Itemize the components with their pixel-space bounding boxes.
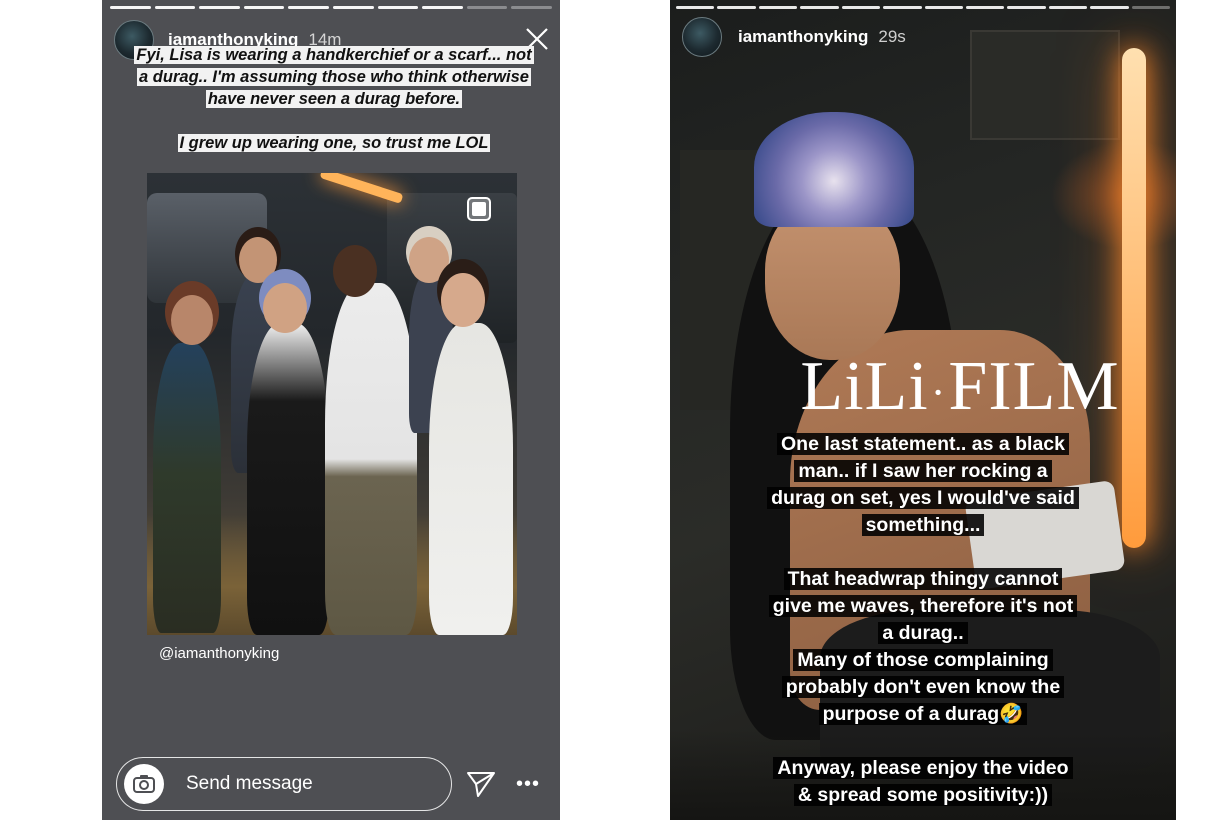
screenshot-canvas: iamanthonyking 14m Fyi, Lisa is wearing … bbox=[0, 0, 1230, 820]
figure-bandana bbox=[754, 112, 914, 227]
camera-icon bbox=[133, 775, 155, 793]
story-username[interactable]: iamanthonyking bbox=[738, 27, 868, 47]
caption-line: man.. if I saw her rocking a bbox=[794, 460, 1052, 482]
send-icon[interactable] bbox=[466, 770, 496, 798]
film-title-dot: · bbox=[930, 367, 947, 417]
photo-mention[interactable]: @iamanthonyking bbox=[159, 645, 279, 662]
more-icon[interactable]: ••• bbox=[516, 774, 540, 794]
caption-line: Fyi, Lisa is wearing a handkerchief or a… bbox=[134, 46, 534, 64]
camera-button[interactable] bbox=[124, 764, 164, 804]
photo-person bbox=[153, 343, 221, 633]
caption-line: Anyway, please enjoy the video bbox=[773, 757, 1073, 779]
caption-line: a durag.. I'm assuming those who think o… bbox=[137, 68, 531, 86]
caption-footer: I grew up wearing one, so trust me LOL bbox=[177, 134, 491, 152]
photo-head bbox=[263, 283, 307, 333]
multi-photo-icon bbox=[467, 197, 491, 221]
photo-head bbox=[333, 245, 377, 297]
background-glow bbox=[1050, 140, 1176, 250]
group-photo[interactable] bbox=[147, 173, 517, 635]
film-title: LiLi·FILM bbox=[780, 352, 1140, 428]
message-composer[interactable]: Send message bbox=[116, 757, 452, 811]
photo-light-bar bbox=[319, 173, 404, 204]
message-input[interactable]: Send message bbox=[186, 773, 313, 795]
story-caption: Fyi, Lisa is wearing a handkerchief or a… bbox=[130, 44, 538, 154]
story-right: iamanthonyking 29s LiLi·FILM One last st… bbox=[670, 0, 1176, 820]
caption-line: give me waves, therefore it's not bbox=[768, 595, 1078, 617]
caption-line: probably don't even know the bbox=[781, 676, 1065, 698]
background-crate bbox=[970, 30, 1120, 140]
photo-head bbox=[239, 237, 277, 283]
caption-line: a durag.. bbox=[878, 622, 968, 644]
story-caption: One last statement.. as a black man.. if… bbox=[750, 431, 1096, 809]
film-title-part1: LiLi bbox=[800, 348, 929, 425]
photo-head bbox=[171, 295, 213, 345]
photo-person bbox=[247, 323, 329, 635]
neon-light bbox=[1122, 48, 1146, 548]
caption-line: purpose of a durag🤣 bbox=[818, 703, 1028, 725]
story-progress-bar bbox=[110, 6, 552, 9]
film-title-part2: FILM bbox=[948, 348, 1120, 425]
caption-line: something... bbox=[861, 514, 985, 536]
caption-line: Many of those complaining bbox=[793, 649, 1053, 671]
photo-head bbox=[441, 273, 485, 327]
story-left: iamanthonyking 14m Fyi, Lisa is wearing … bbox=[102, 0, 560, 820]
caption-line: That headwrap thingy cannot bbox=[783, 568, 1063, 590]
story-header: iamanthonyking 29s bbox=[682, 17, 906, 57]
caption-line: durag on set, yes I would've said bbox=[767, 487, 1079, 509]
story-time: 29s bbox=[878, 27, 906, 46]
story-progress-bar bbox=[676, 6, 1171, 9]
photo-head bbox=[409, 237, 449, 283]
caption-line: One last statement.. as a black bbox=[777, 433, 1069, 455]
caption-line: have never seen a durag before. bbox=[205, 90, 463, 108]
photo-person bbox=[325, 283, 417, 635]
caption-line: & spread some positivity:)) bbox=[793, 784, 1053, 806]
avatar[interactable] bbox=[682, 17, 722, 57]
photo-person bbox=[429, 323, 513, 635]
